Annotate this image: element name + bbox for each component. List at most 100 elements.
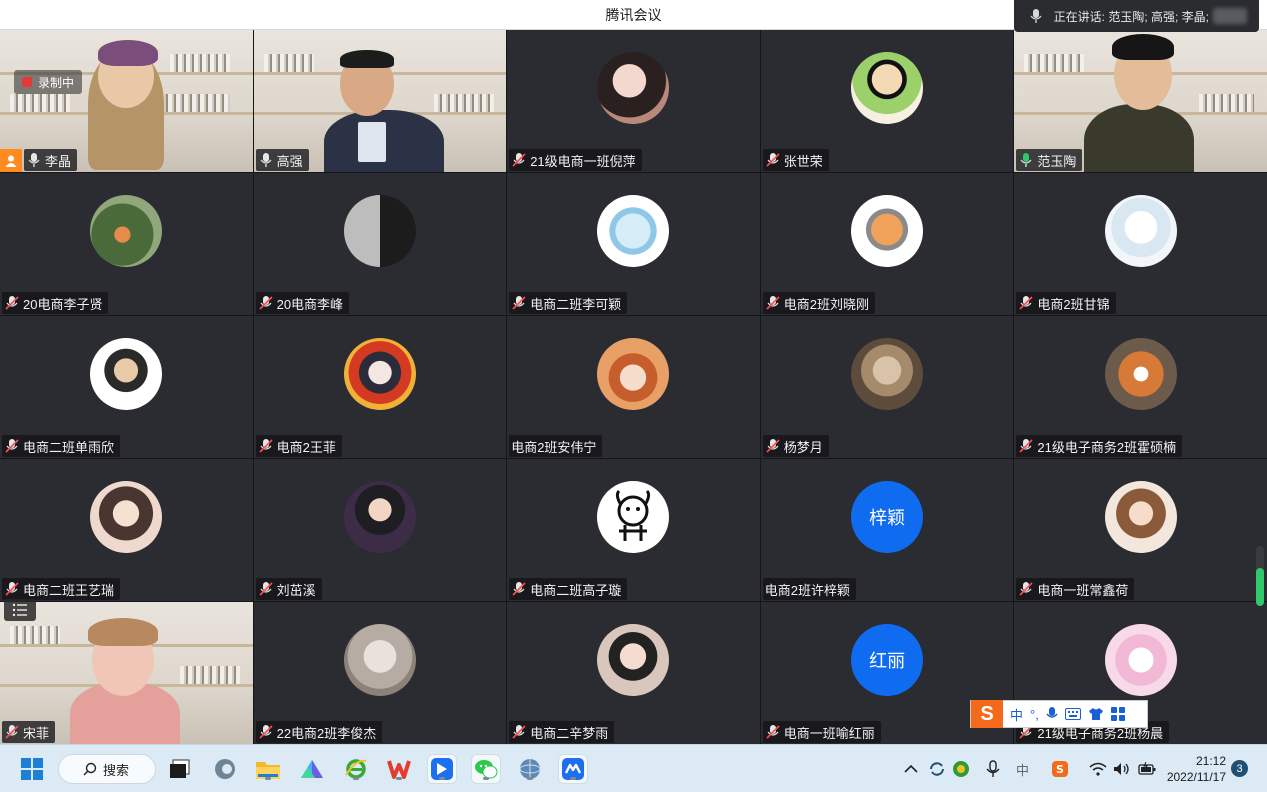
skin-shirt-icon[interactable] (1088, 707, 1104, 721)
participant-avatar (597, 195, 670, 267)
microphone-muted-icon (259, 582, 273, 596)
ime-toolbar[interactable]: S 中 °, (970, 700, 1148, 728)
scrollbar-thumb[interactable] (1256, 568, 1264, 606)
taskbar-app-browser[interactable] (211, 755, 239, 783)
taskbar-clock[interactable]: 21:12 2022/11/17 (1160, 753, 1226, 785)
volume-icon[interactable] (1113, 762, 1131, 776)
participant-name-bar: 22电商2班李俊杰 (255, 721, 383, 743)
microphone-muted-icon (259, 725, 273, 739)
participant-tile[interactable]: 电商二班王艺瑞 (0, 459, 253, 601)
taskbar-app-cloud[interactable] (298, 755, 326, 783)
microphone-muted-icon (512, 153, 526, 167)
participant-tile[interactable]: 21级电子商务2班霍硕楠 (1014, 316, 1267, 458)
microphone-muted-icon (766, 296, 780, 310)
participant-tile[interactable]: 录制中 李晶 (0, 30, 253, 172)
participant-name: 电商2班许梓颖 (764, 582, 851, 598)
participant-name-bar: 电商二班单雨欣 (2, 435, 121, 457)
ime-punctuation[interactable]: °, (1030, 707, 1039, 722)
participant-name: 电商二班李可颖 (530, 296, 622, 312)
participant-name-bar: 电商2王菲 (255, 435, 342, 457)
participant-name: 张世荣 (783, 153, 823, 169)
participant-name: 21级电子商务2班霍硕楠 (1037, 439, 1177, 455)
windows-logo-icon (21, 758, 43, 780)
participant-name: 高强 (276, 153, 303, 169)
participant-tile[interactable]: 20电商李峰 (253, 173, 507, 315)
microphone-icon[interactable] (986, 760, 1000, 778)
participant-tile[interactable]: 宋菲 (0, 602, 253, 744)
participant-avatar (343, 481, 416, 553)
security-app-icon[interactable] (952, 760, 970, 778)
participant-tile[interactable]: 电商二辛梦雨 (507, 602, 760, 744)
taskbar-search[interactable]: 搜索 (58, 754, 156, 784)
search-icon (83, 762, 97, 776)
taskbar-app-tencent-meeting[interactable] (559, 755, 587, 783)
participant-tile[interactable]: 电商二班李可颖 (507, 173, 760, 315)
browser-icon (215, 759, 235, 779)
toolbox-grid-icon[interactable] (1110, 707, 1125, 721)
participant-name-bar: 电商二班高子璇 (509, 578, 628, 600)
voice-input-icon[interactable] (1046, 706, 1058, 722)
participant-avatar (851, 195, 924, 267)
task-view-icon (170, 759, 190, 778)
keyboard-icon[interactable] (1064, 708, 1081, 720)
sogou-tray-icon[interactable]: S (1051, 760, 1069, 778)
participant-tile[interactable]: 电商一班常鑫荷 (1014, 459, 1267, 601)
participant-name: 电商2班刘晓刚 (783, 296, 870, 312)
participant-tile[interactable]: 电商2班甘锦 (1014, 173, 1267, 315)
participant-name: 电商一班常鑫荷 (1037, 582, 1129, 598)
input-method-indicator[interactable]: 中 (1016, 760, 1029, 779)
participant-tile[interactable]: 梓颖 电商2班许梓颖 (760, 459, 1014, 601)
sync-icon[interactable] (928, 760, 946, 778)
notification-badge[interactable]: 3 (1231, 760, 1248, 777)
task-view-button[interactable] (166, 755, 194, 783)
ime-mode[interactable]: 中 (1010, 705, 1023, 724)
host-icon (0, 149, 22, 172)
recording-badge: 录制中 (14, 70, 83, 94)
microphone-muted-icon (259, 296, 273, 310)
taskbar-app-file-explorer[interactable] (254, 755, 282, 783)
participant-name-bar: 电商二班李可颖 (509, 292, 628, 314)
participant-name: 刘茁溪 (276, 582, 316, 598)
participant-name-bar: 电商一班喻红丽 (762, 721, 881, 743)
participant-tile[interactable]: 杨梦月 (760, 316, 1014, 458)
taskbar-app-ie[interactable] (342, 755, 370, 783)
participant-tile[interactable]: 电商2班安伟宁 (507, 316, 760, 458)
participant-name-bar: 宋菲 (2, 721, 56, 743)
participant-name: 李晶 (45, 153, 72, 169)
participant-tile[interactable]: 20电商李子贤 (0, 173, 253, 315)
recording-icon (22, 77, 32, 87)
participant-name-bar: 21级电子商务2班霍硕楠 (1016, 435, 1183, 457)
participant-tile[interactable]: 刘茁溪 (253, 459, 507, 601)
taskbar-app-feishu[interactable] (428, 755, 456, 783)
participant-avatar (597, 52, 670, 124)
member-list-button[interactable] (4, 599, 36, 621)
system-tray: 中 S (904, 745, 1157, 792)
taskbar-app-globe[interactable] (516, 755, 544, 783)
participant-name-bar: 20电商李子贤 (2, 292, 109, 314)
participant-avatar (851, 52, 924, 124)
grid-scrollbar[interactable] (1256, 546, 1264, 606)
start-button[interactable] (18, 755, 46, 783)
participant-tile[interactable]: 电商2班刘晓刚 (760, 173, 1014, 315)
chevron-up-icon[interactable] (904, 764, 918, 774)
microphone-muted-icon (5, 725, 19, 739)
battery-icon[interactable] (1137, 762, 1157, 776)
recording-label: 录制中 (38, 75, 75, 90)
participant-tile[interactable]: 电商二班单雨欣 (0, 316, 253, 458)
participant-tile[interactable]: 21级电商一班倪萍 (507, 30, 760, 172)
participant-tile[interactable]: 电商二班高子璇 (507, 459, 760, 601)
participant-tile[interactable]: 张世荣 (760, 30, 1014, 172)
participant-avatar (343, 624, 416, 696)
participant-avatar (343, 195, 416, 267)
wifi-icon[interactable] (1089, 762, 1107, 776)
participant-initials-avatar: 梓颖 (851, 481, 924, 553)
participant-avatar (1104, 195, 1177, 267)
participant-tile[interactable]: 电商2王菲 (253, 316, 507, 458)
microphone-muted-icon (512, 296, 526, 310)
taskbar-app-wps[interactable] (385, 755, 413, 783)
participant-tile-speaking[interactable]: 范玉陶 (1014, 30, 1267, 172)
participant-tile[interactable]: 高强 (253, 30, 507, 172)
taskbar-app-wechat[interactable] (472, 755, 500, 783)
participant-tile[interactable]: 22电商2班李俊杰 (253, 602, 507, 744)
participant-avatar (1104, 481, 1177, 553)
